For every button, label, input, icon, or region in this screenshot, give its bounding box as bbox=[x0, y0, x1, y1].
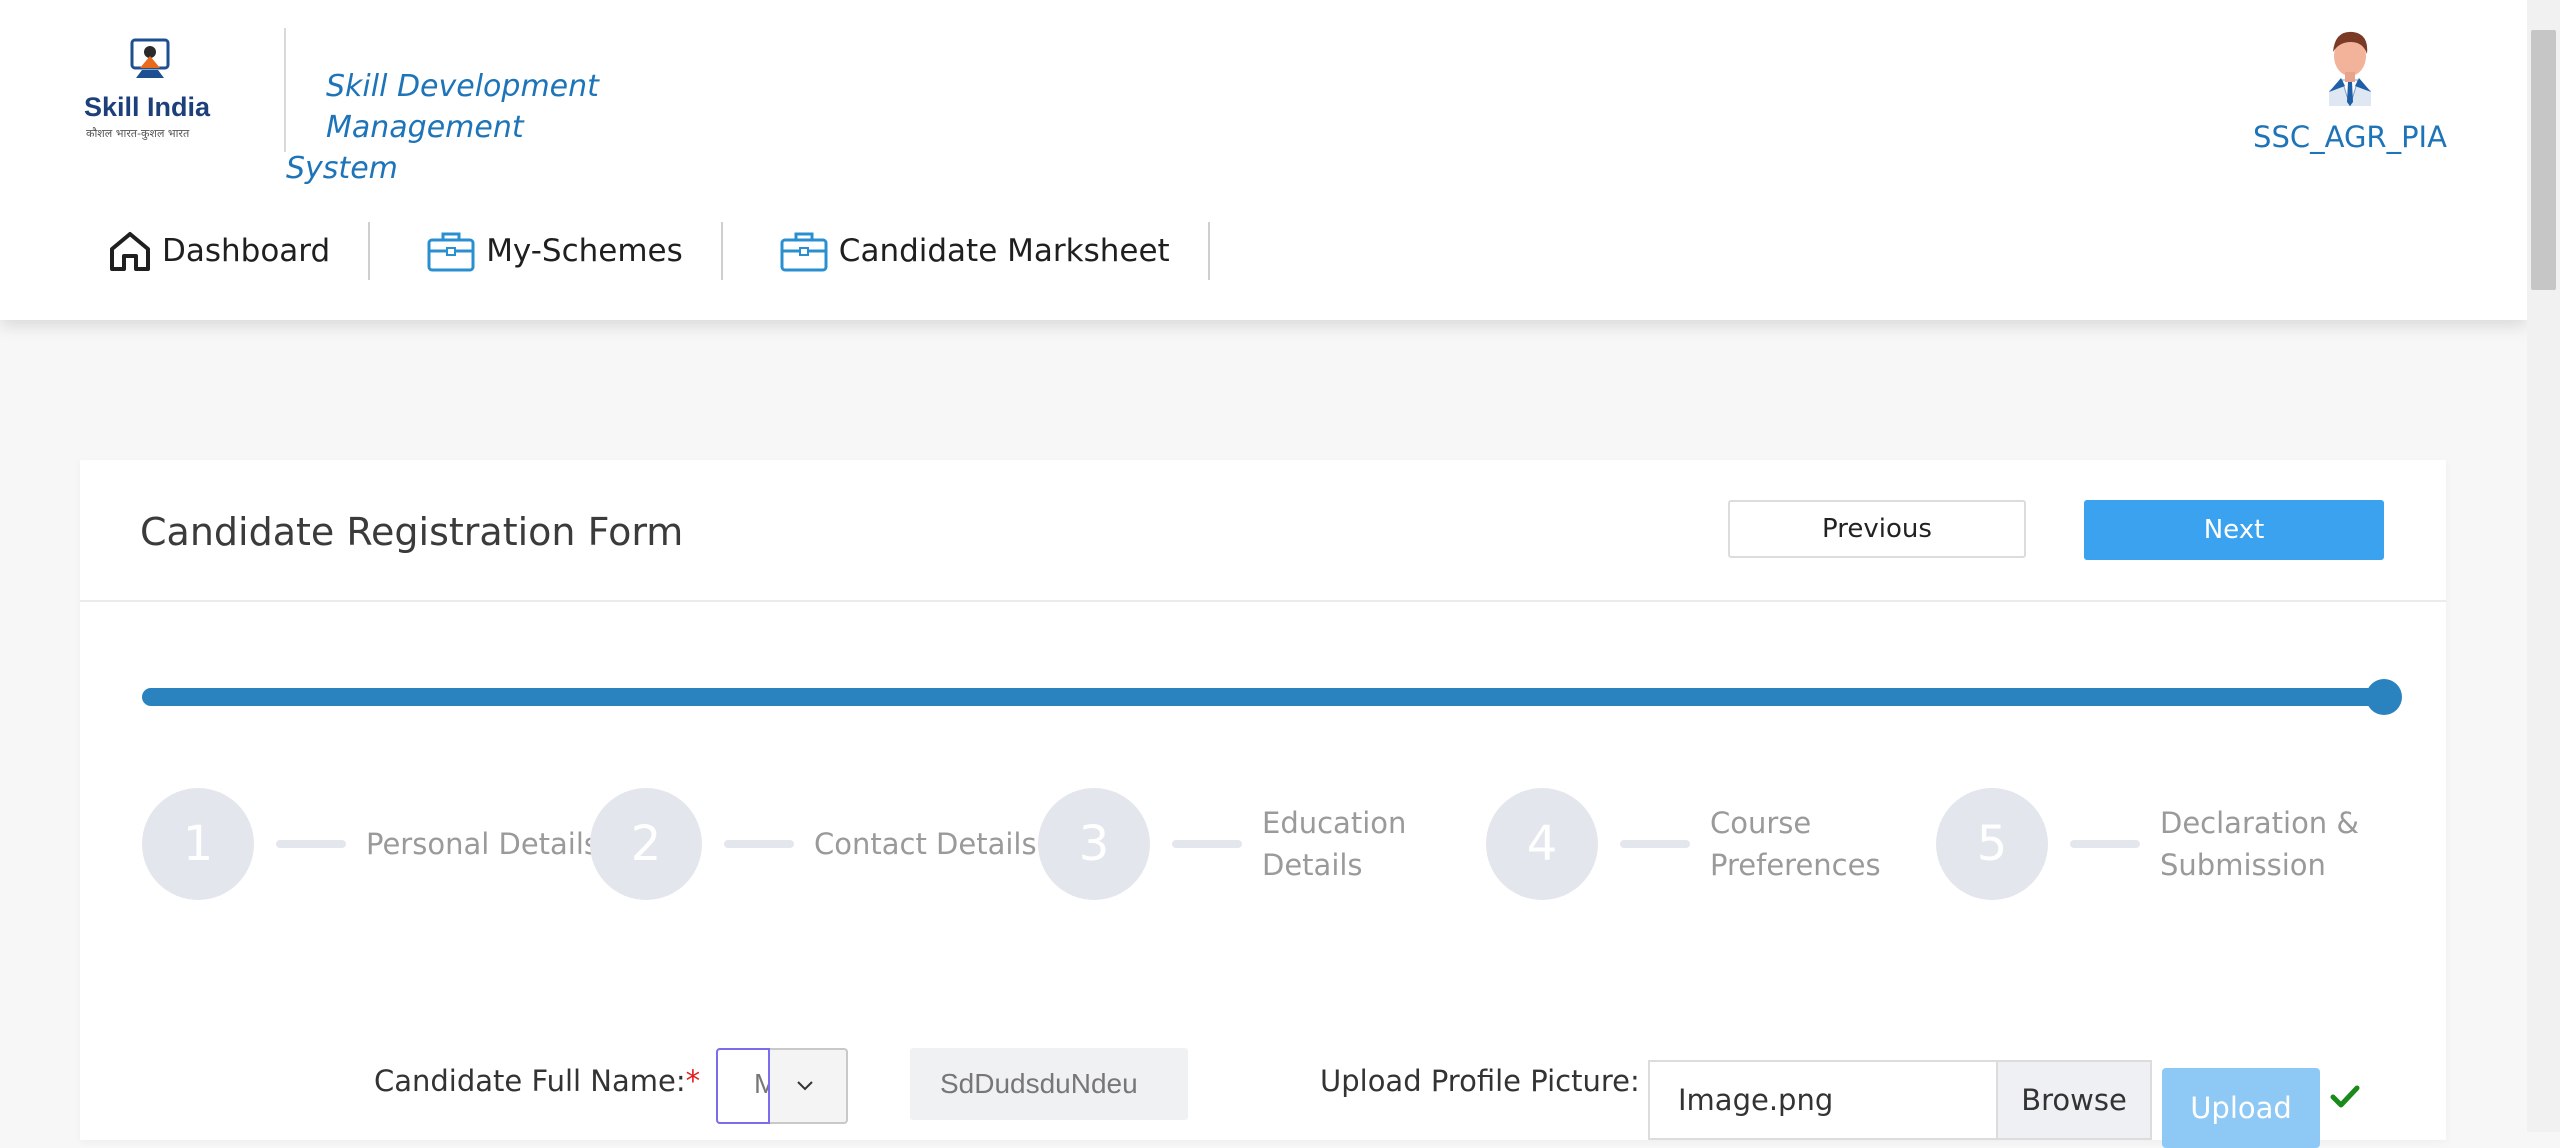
nav-divider bbox=[1207, 222, 1210, 280]
nav-candidate-marksheet[interactable]: Candidate Marksheet bbox=[779, 220, 1208, 282]
step-label: Personal Details bbox=[366, 827, 600, 861]
step-label: Declaration & Submission bbox=[2160, 806, 2360, 882]
system-title-line2: System bbox=[286, 151, 398, 186]
system-title-line1: Skill Development Management bbox=[326, 69, 599, 145]
salutation-value-box[interactable]: M bbox=[716, 1048, 770, 1124]
system-title: Skill Development Management System bbox=[286, 66, 786, 189]
form-progress-bar bbox=[142, 679, 2402, 715]
briefcase-icon bbox=[427, 232, 475, 272]
skill-india-logo[interactable]: Skill India कौशल भारत-कुशल भारत bbox=[82, 34, 222, 154]
page-scrollbar[interactable] bbox=[2527, 0, 2560, 1132]
progress-fill bbox=[142, 688, 2384, 706]
salutation-select[interactable]: M bbox=[716, 1048, 848, 1124]
step-indicator: 1 Personal Details 2 Contact Details 3 E… bbox=[142, 788, 2442, 900]
step-connector bbox=[1172, 840, 1242, 848]
chevron-down-icon[interactable] bbox=[794, 1074, 816, 1096]
step-number: 2 bbox=[590, 788, 702, 900]
user-menu[interactable]: SSC_AGR_PIA bbox=[2240, 26, 2460, 154]
check-icon bbox=[2330, 1085, 2360, 1108]
nav-my-schemes[interactable]: My-Schemes bbox=[426, 220, 721, 282]
registration-form-card: Candidate Registration Form Previous Nex… bbox=[80, 460, 2446, 1148]
step-connector bbox=[276, 840, 346, 848]
step-connector bbox=[1620, 840, 1690, 848]
nav-dashboard[interactable]: Dashboard bbox=[108, 220, 368, 282]
step-label: Contact Details bbox=[814, 827, 1037, 861]
logo-tagline: कौशल भारत-कुशल भारत bbox=[86, 127, 190, 140]
nav-my-schemes-label: My-Schemes bbox=[486, 233, 683, 269]
home-icon bbox=[110, 232, 150, 271]
step-label: Course Preferences bbox=[1710, 806, 1881, 882]
step-number: 4 bbox=[1486, 788, 1598, 900]
progress-handle[interactable] bbox=[2366, 679, 2402, 715]
nav-candidate-marksheet-label: Candidate Marksheet bbox=[838, 233, 1170, 269]
form-header: Candidate Registration Form Previous Nex… bbox=[80, 460, 2446, 602]
required-mark: * bbox=[685, 1064, 701, 1098]
full-name-label: Candidate Full Name:* bbox=[374, 1064, 700, 1098]
briefcase-icon bbox=[780, 232, 828, 272]
scrollbar-thumb[interactable] bbox=[2531, 30, 2556, 290]
app-header: Skill India कौशल भारत-कुशल भारत Skill De… bbox=[0, 0, 2527, 320]
next-button[interactable]: Next bbox=[2084, 500, 2384, 560]
upload-picture-label: Upload Profile Picture: bbox=[1320, 1064, 1640, 1098]
step-connector bbox=[724, 840, 794, 848]
file-name-field[interactable]: Image.png bbox=[1648, 1060, 1998, 1140]
step-number: 3 bbox=[1038, 788, 1150, 900]
form-title: Candidate Registration Form bbox=[140, 510, 684, 554]
user-avatar-icon[interactable] bbox=[2315, 26, 2385, 106]
step-number: 5 bbox=[1936, 788, 2048, 900]
step-number: 1 bbox=[142, 788, 254, 900]
main-nav: Dashboard My-Schemes Candidate Marksheet bbox=[108, 220, 1266, 282]
previous-button[interactable]: Previous bbox=[1728, 500, 2026, 558]
upload-button[interactable]: Upload bbox=[2162, 1068, 2320, 1148]
nav-divider bbox=[368, 222, 371, 280]
nav-divider bbox=[720, 222, 723, 280]
logo-text: Skill India bbox=[84, 92, 211, 122]
browse-button[interactable]: Browse bbox=[1996, 1060, 2152, 1140]
full-name-label-text: Candidate Full Name: bbox=[374, 1064, 686, 1098]
candidate-name-field[interactable] bbox=[910, 1048, 1188, 1120]
username[interactable]: SSC_AGR_PIA bbox=[2240, 120, 2460, 154]
step-connector bbox=[2070, 840, 2140, 848]
salutation-value: M bbox=[754, 1068, 768, 1100]
step-label: Education Details bbox=[1262, 806, 1407, 882]
nav-dashboard-label: Dashboard bbox=[162, 233, 331, 269]
